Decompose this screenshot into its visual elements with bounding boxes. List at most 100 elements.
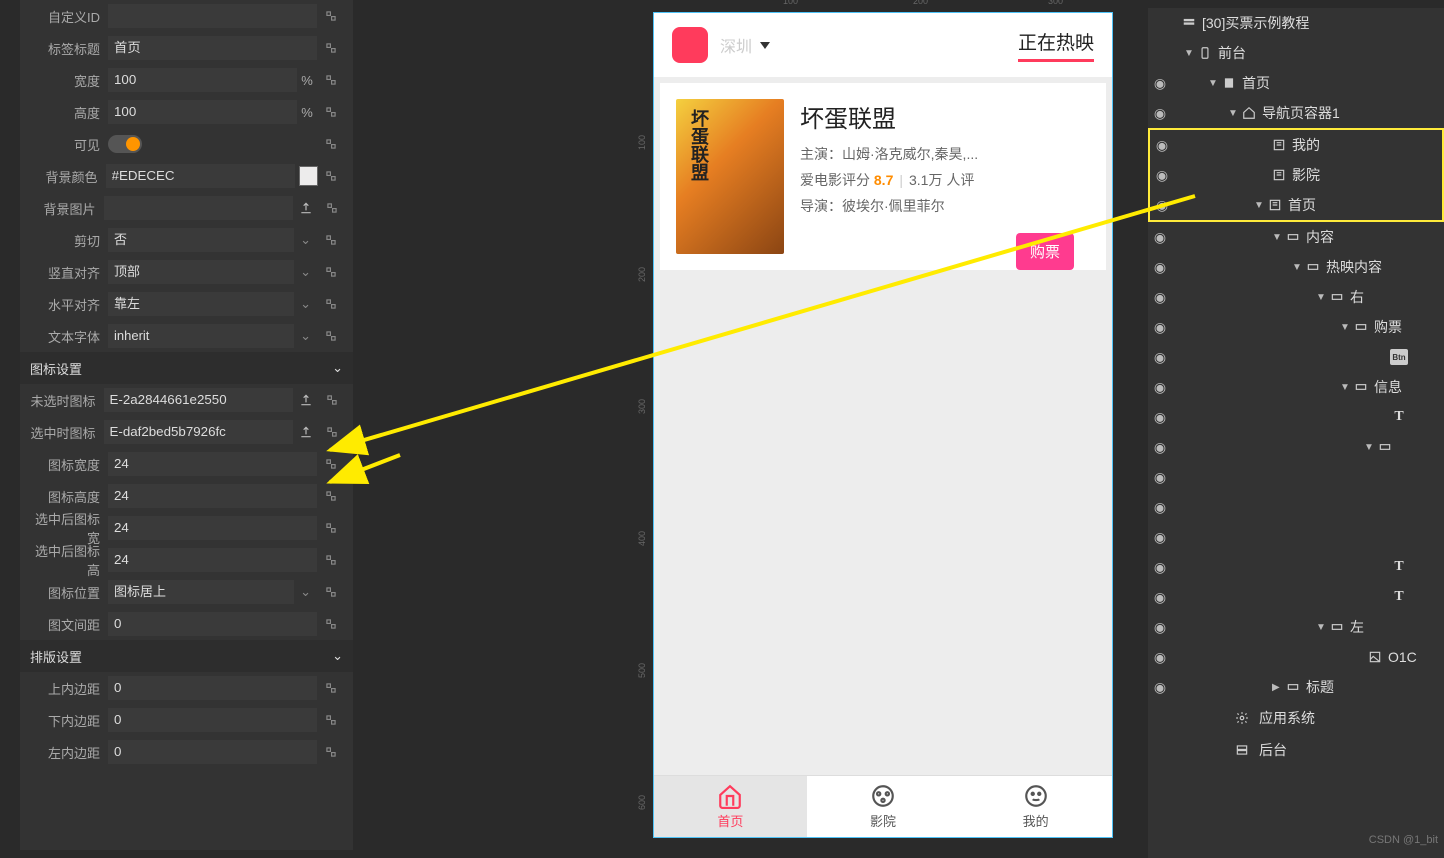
tree-backend[interactable]: 后台 (1148, 734, 1444, 766)
eye-icon[interactable]: ◉ (1148, 289, 1172, 306)
input-bgimage[interactable] (104, 196, 293, 220)
link-icon[interactable] (317, 228, 345, 252)
tree-hot-content[interactable]: ◉ ▼ 热映内容 (1148, 252, 1444, 282)
link-icon[interactable] (317, 676, 345, 700)
eye-icon[interactable]: ◉ (1148, 229, 1172, 246)
buy-ticket-button[interactable]: 购票 (1016, 233, 1074, 270)
link-icon[interactable] (317, 4, 345, 28)
tree-home2[interactable]: ◉ ▼ 首页 (1150, 190, 1442, 220)
input-sel-icon-width[interactable] (108, 516, 317, 540)
tree-title[interactable]: ◉ ▶ 标题 (1148, 672, 1444, 702)
input-pl[interactable] (108, 740, 317, 764)
input-custom-id[interactable] (108, 4, 317, 28)
upload-icon[interactable] (293, 196, 319, 220)
tree-buy-ticket[interactable]: ◉ ▼ 购票 (1148, 312, 1444, 342)
eye-icon[interactable]: ◉ (1148, 105, 1172, 122)
tab-home[interactable]: 首页 (654, 776, 807, 837)
tree-content[interactable]: ◉ ▼ 内容 (1148, 222, 1444, 252)
input-icon-width[interactable] (108, 452, 317, 476)
eye-icon[interactable]: ◉ (1148, 679, 1172, 696)
link-icon[interactable] (317, 548, 345, 572)
eye-icon[interactable]: ◉ (1148, 409, 1172, 426)
dropdown-icon[interactable] (760, 42, 770, 49)
link-icon[interactable] (317, 708, 345, 732)
link-icon[interactable] (317, 132, 345, 156)
link-icon[interactable] (317, 292, 345, 316)
movie-poster[interactable] (676, 99, 784, 254)
link-icon[interactable] (317, 324, 345, 348)
link-icon[interactable] (319, 388, 345, 412)
input-sel-icon-height[interactable] (108, 548, 317, 572)
eye-icon[interactable]: ◉ (1150, 137, 1174, 154)
tree-home[interactable]: ◉ ▼ 首页 (1148, 68, 1444, 98)
toggle-visible[interactable] (108, 135, 142, 153)
eye-icon[interactable]: ◉ (1148, 649, 1172, 666)
tree-item-c[interactable]: ◉ (1148, 522, 1444, 552)
canvas[interactable]: 100200300 100200300 400500600 深圳 正在热映 坏蛋… (353, 0, 1148, 850)
eye-icon[interactable]: ◉ (1148, 499, 1172, 516)
select-valign[interactable]: 顶部 (108, 260, 294, 284)
tree-text-3[interactable]: ◉ T (1148, 582, 1444, 612)
input-tab-title[interactable] (108, 36, 317, 60)
tree-cinema[interactable]: ◉ 影院 (1150, 160, 1442, 190)
eye-icon[interactable]: ◉ (1148, 379, 1172, 396)
tree-text-1[interactable]: ◉ T (1148, 402, 1444, 432)
select-icon-pos[interactable]: 图标居上 (108, 580, 294, 604)
link-icon[interactable] (317, 612, 345, 636)
tree-item-a[interactable]: ◉ (1148, 462, 1444, 492)
tree-left[interactable]: ◉ ▼ 左 (1148, 612, 1444, 642)
tree-text-2[interactable]: ◉ T (1148, 552, 1444, 582)
link-icon[interactable] (317, 68, 345, 92)
eye-icon[interactable]: ◉ (1148, 75, 1172, 92)
input-pt[interactable] (108, 676, 317, 700)
tree-app-system[interactable]: 应用系统 (1148, 702, 1444, 734)
tab-cinema[interactable]: 影院 (807, 776, 960, 837)
eye-icon[interactable]: ◉ (1148, 529, 1172, 546)
input-pb[interactable] (108, 708, 317, 732)
link-icon[interactable] (317, 580, 345, 604)
link-icon[interactable] (317, 452, 345, 476)
link-icon[interactable] (317, 484, 345, 508)
link-icon[interactable] (317, 260, 345, 284)
tree-nav-container[interactable]: ◉ ▼ 导航页容器1 (1148, 98, 1444, 128)
select-halign[interactable]: 靠左 (108, 292, 294, 316)
eye-icon[interactable]: ◉ (1148, 589, 1172, 606)
section-layout-settings[interactable]: 排版设置 ⌄ (20, 640, 353, 672)
tree-sub-container[interactable]: ◉ ▼ (1148, 432, 1444, 462)
eye-icon[interactable]: ◉ (1150, 197, 1174, 214)
phone-preview[interactable]: 深圳 正在热映 坏蛋联盟 主演：山姆·洛克威尔,秦昊,... 爱电影评分 8.7… (653, 12, 1113, 838)
tree-mine[interactable]: ◉ 我的 (1150, 130, 1442, 160)
eye-icon[interactable]: ◉ (1148, 559, 1172, 576)
input-icon-height[interactable] (108, 484, 317, 508)
input-selected-icon[interactable] (104, 420, 293, 444)
eye-icon[interactable]: ◉ (1148, 469, 1172, 486)
tab-mine[interactable]: 我的 (959, 776, 1112, 837)
select-clip[interactable]: 否 (108, 228, 294, 252)
tab-now-playing[interactable]: 正在热映 (1018, 28, 1094, 62)
eye-icon[interactable]: ◉ (1148, 349, 1172, 366)
link-icon[interactable] (317, 740, 345, 764)
link-icon[interactable] (318, 164, 345, 188)
link-icon[interactable] (317, 100, 345, 124)
section-icon-settings[interactable]: 图标设置 ⌄ (20, 352, 353, 384)
input-icon-gap[interactable] (108, 612, 317, 636)
city-name[interactable]: 深圳 (720, 33, 752, 57)
tree-tutorial[interactable]: [30]买票示例教程 (1148, 8, 1444, 38)
input-width[interactable] (108, 68, 297, 92)
eye-icon[interactable]: ◉ (1148, 319, 1172, 336)
tree-right[interactable]: ◉ ▼ 右 (1148, 282, 1444, 312)
tree-btn[interactable]: ◉ Btn (1148, 342, 1444, 372)
tree-frontend[interactable]: ▼ 前台 (1148, 38, 1444, 68)
link-icon[interactable] (319, 420, 345, 444)
input-bgcolor[interactable] (106, 164, 295, 188)
input-unselected-icon[interactable] (104, 388, 293, 412)
tree-item-b[interactable]: ◉ (1148, 492, 1444, 522)
eye-icon[interactable]: ◉ (1148, 619, 1172, 636)
link-icon[interactable] (319, 196, 345, 220)
select-font[interactable]: inherit (108, 324, 294, 348)
city-badge[interactable] (672, 27, 708, 63)
eye-icon[interactable]: ◉ (1150, 167, 1174, 184)
tree-info[interactable]: ◉ ▼ 信息 (1148, 372, 1444, 402)
link-icon[interactable] (317, 36, 345, 60)
color-swatch[interactable] (299, 166, 318, 186)
